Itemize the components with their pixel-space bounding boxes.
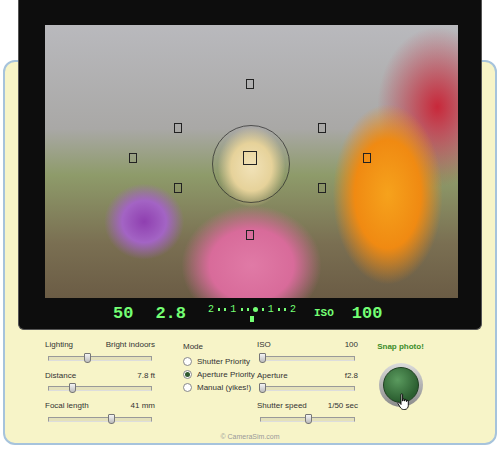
focus-point — [318, 123, 326, 133]
slider-value: 41 mm — [131, 401, 155, 411]
iso-readout: 100 — [352, 305, 383, 322]
slider-track[interactable] — [260, 417, 355, 422]
focus-point — [318, 183, 326, 193]
readout-strip: 50 2.8 2 1 1 2 ISO 100 — [45, 298, 458, 328]
slider-label: Distance — [45, 371, 76, 381]
shutter-readout: 50 — [113, 305, 133, 322]
slider[interactable]: Focal length 41 mm — [45, 401, 155, 426]
mode-option[interactable]: Shutter Priority — [183, 357, 250, 366]
slider-label: Focal length — [45, 401, 89, 411]
mode-group: Mode Shutter Priority Aperture Priority Man… — [183, 340, 250, 426]
mode-title: Mode — [183, 342, 250, 351]
exposure-meter: 2 1 1 2 — [208, 305, 296, 322]
slider-track[interactable] — [48, 356, 152, 361]
meter-label: 2 — [208, 305, 214, 315]
mode-label: Aperture Priority — [197, 370, 255, 379]
scene-sliders: Lighting Bright indoors Distance 7.8 ft Foca… — [45, 340, 155, 426]
meter-label: 1 — [268, 305, 274, 315]
mode-label: Manual (yikes!) — [197, 383, 251, 392]
slider[interactable]: ISO 100 — [257, 340, 358, 365]
slider-track[interactable] — [260, 386, 355, 391]
snap-label: Snap photo! — [377, 342, 424, 351]
slider[interactable]: Aperture f2.8 — [257, 371, 358, 396]
slider-thumb[interactable] — [259, 353, 266, 363]
slider-value: 100 — [345, 340, 358, 350]
snap-area: Snap photo! — [373, 340, 428, 426]
slider-track[interactable] — [48, 417, 152, 422]
slider-thumb[interactable] — [305, 414, 312, 424]
slider-thumb[interactable] — [84, 353, 91, 363]
focus-point — [174, 183, 182, 193]
control-panel: 50 2.8 2 1 1 2 ISO 100 Lighting Bright indoors Dis… — [3, 60, 497, 445]
af-circle — [212, 125, 290, 203]
radio-button[interactable] — [183, 370, 192, 379]
focus-point — [363, 153, 371, 163]
meter-label: 2 — [290, 305, 296, 315]
slider-label: ISO — [257, 340, 271, 350]
camera-sim: 50 2.8 2 1 1 2 ISO 100 Lighting Bright indoors Dis… — [0, 0, 500, 450]
meter-ticks — [218, 308, 226, 311]
meter-marker — [250, 316, 254, 322]
exposure-sliders: ISO 100 Aperture f2.8 Shutter speed 1/50 sec — [257, 340, 358, 426]
slider-thumb[interactable] — [69, 383, 76, 393]
slider-track[interactable] — [260, 356, 355, 361]
slider-value: 1/50 sec — [328, 401, 358, 411]
slider-track[interactable] — [48, 386, 152, 391]
meter-label: 1 — [230, 305, 236, 315]
slider[interactable]: Lighting Bright indoors — [45, 340, 155, 365]
slider[interactable]: Distance 7.8 ft — [45, 371, 155, 396]
radio-button[interactable] — [183, 383, 192, 392]
slider-value: f2.8 — [345, 371, 358, 381]
slider-thumb[interactable] — [259, 383, 266, 393]
mode-option[interactable]: Aperture Priority — [183, 370, 250, 379]
focus-point — [174, 123, 182, 133]
snap-button[interactable] — [379, 363, 423, 407]
focus-point — [246, 230, 254, 240]
hand-cursor-icon — [397, 393, 411, 411]
footer: © CameraSim.com — [5, 433, 495, 443]
slider-label: Aperture — [257, 371, 288, 381]
photo — [45, 25, 458, 298]
meter-ticks — [278, 308, 286, 311]
mode-option[interactable]: Manual (yikes!) — [183, 383, 250, 392]
viewfinder: 50 2.8 2 1 1 2 ISO 100 — [18, 0, 482, 330]
focus-point — [243, 151, 257, 165]
focus-point — [129, 153, 137, 163]
aperture-readout: 2.8 — [155, 305, 186, 322]
slider[interactable]: Shutter speed 1/50 sec — [257, 401, 358, 426]
slider-value: 7.8 ft — [137, 371, 155, 381]
slider-value: Bright indoors — [106, 340, 155, 350]
slider-label: Lighting — [45, 340, 73, 350]
slider-thumb[interactable] — [108, 414, 115, 424]
focus-point — [246, 79, 254, 89]
radio-button[interactable] — [183, 357, 192, 366]
iso-label: ISO — [314, 308, 334, 319]
mode-label: Shutter Priority — [197, 357, 250, 366]
meter-ticks — [241, 307, 264, 312]
slider-label: Shutter speed — [257, 401, 307, 411]
controls: Lighting Bright indoors Distance 7.8 ft Foca… — [5, 330, 495, 426]
